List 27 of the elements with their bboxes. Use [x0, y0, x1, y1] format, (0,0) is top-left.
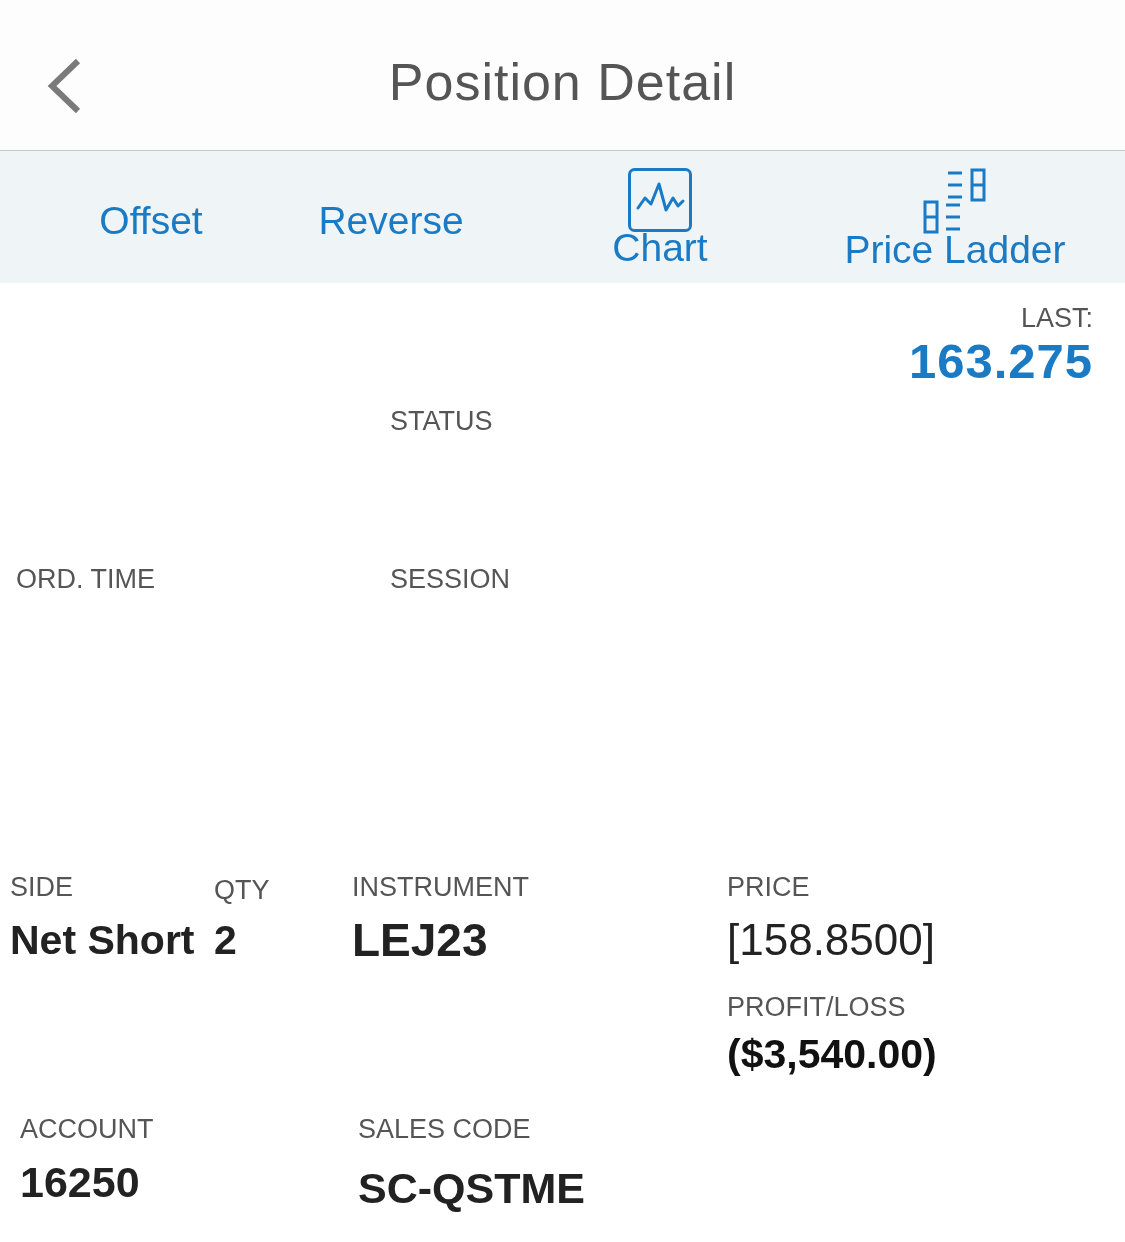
back-chevron-icon: [46, 58, 82, 114]
field-value: LEJ23: [352, 914, 488, 966]
field-value: 2: [214, 916, 237, 965]
field-label: SESSION: [390, 563, 511, 596]
field-label: PRICE: [727, 871, 810, 904]
field-label: STATUS: [390, 405, 493, 438]
price-ladder-button[interactable]: Price Ladder: [844, 168, 1066, 270]
field-value: ($3,540.00): [727, 1030, 937, 1079]
field-value: [158.8500]: [727, 914, 935, 966]
field-label: ACCOUNT: [20, 1113, 154, 1146]
field-label: SIDE: [10, 871, 74, 904]
field-label: SALES CODE: [358, 1113, 531, 1146]
line-chart-icon: [628, 168, 692, 232]
action-button[interactable]: Reverse: [318, 199, 464, 243]
field-label: QTY: [214, 874, 270, 907]
field-label: PROFIT/LOSS: [727, 991, 906, 1024]
last-price: 163.275: [908, 335, 1093, 387]
ladder-icon: [922, 168, 988, 234]
action-button[interactable]: Offset: [99, 199, 203, 243]
field-label: INSTRUMENT: [352, 871, 529, 904]
last-label: LAST:: [1020, 302, 1093, 335]
chart-button[interactable]: Chart: [612, 168, 708, 268]
field-value: SC-QSTME: [358, 1163, 585, 1214]
page-title: Position Detail: [388, 52, 737, 112]
field-value: 16250: [20, 1157, 140, 1208]
field-value: Net Short: [10, 916, 195, 965]
field-label: ORD. TIME: [16, 563, 155, 596]
